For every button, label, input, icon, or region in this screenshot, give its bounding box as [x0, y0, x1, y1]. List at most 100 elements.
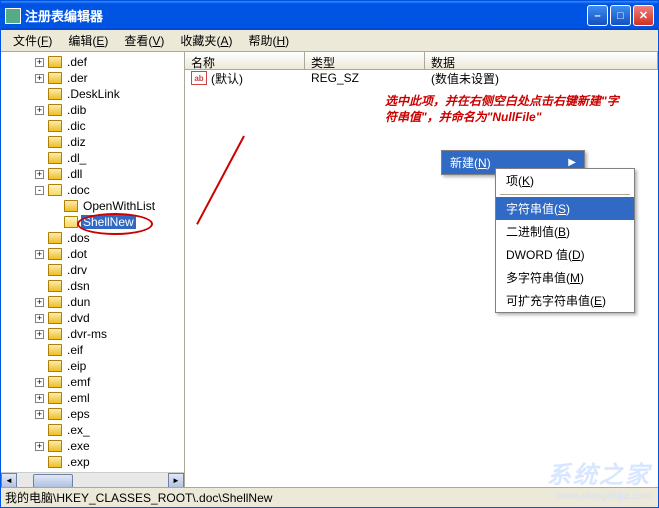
expand-icon[interactable]: +	[35, 378, 44, 387]
expand-icon[interactable]: +	[35, 106, 44, 115]
tree-label[interactable]: .def	[65, 55, 89, 69]
tree-label[interactable]: .der	[65, 71, 90, 85]
tree-label[interactable]: .DeskLink	[65, 87, 122, 101]
tree-item[interactable]: .exp	[3, 454, 182, 470]
tree-item[interactable]: .dl_	[3, 150, 182, 166]
tree-label[interactable]: .doc	[65, 183, 92, 197]
scroll-thumb[interactable]	[33, 474, 73, 488]
menu-view[interactable]: 查看(V)	[116, 30, 172, 51]
tree-item[interactable]: + .dvd	[3, 310, 182, 326]
tree-item[interactable]: ShellNew	[3, 214, 182, 230]
tree-label[interactable]: .dos	[65, 231, 92, 245]
folder-icon	[48, 328, 62, 340]
tree-label[interactable]: .eps	[65, 407, 92, 421]
tree-label[interactable]: OpenWithList	[81, 199, 157, 213]
tree-label[interactable]: .ex_	[65, 423, 92, 437]
tree-label[interactable]: .eip	[65, 359, 88, 373]
expand-icon[interactable]: +	[35, 250, 44, 259]
tree-label[interactable]: .dvd	[65, 311, 92, 325]
tree-item[interactable]: + .eps	[3, 406, 182, 422]
no-toggle	[51, 218, 60, 227]
minimize-button[interactable]: –	[587, 5, 608, 26]
tree-label[interactable]: .dic	[65, 119, 88, 133]
tree-label[interactable]: .exp	[65, 455, 92, 469]
tree-item[interactable]: .diz	[3, 134, 182, 150]
tree-hscroll[interactable]: ◄ ►	[1, 472, 184, 487]
scroll-left-icon[interactable]: ◄	[1, 473, 17, 488]
tree-label[interactable]: .dll	[65, 167, 84, 181]
tree-item[interactable]: .eif	[3, 342, 182, 358]
menu-item[interactable]: DWORD 值(D)	[496, 243, 634, 266]
expand-icon[interactable]: +	[35, 442, 44, 451]
tree-item[interactable]: .DeskLink	[3, 86, 182, 102]
tree-item[interactable]: .dos	[3, 230, 182, 246]
expand-icon[interactable]: +	[35, 314, 44, 323]
menu-item[interactable]: 多字符串值(M)	[496, 266, 634, 289]
col-type[interactable]: 类型	[305, 52, 425, 69]
tree-item[interactable]: .dsn	[3, 278, 182, 294]
list-header: 名称 类型 数据	[185, 52, 658, 70]
tree-item[interactable]: + .def	[3, 54, 182, 70]
menu-file[interactable]: 文件(F)	[5, 30, 60, 51]
menu-item[interactable]: 字符串值(S)	[496, 197, 634, 220]
tree-item[interactable]: - .doc	[3, 182, 182, 198]
tree-item[interactable]: + .eml	[3, 390, 182, 406]
menu-help[interactable]: 帮助(H)	[240, 30, 297, 51]
expand-icon[interactable]: +	[35, 58, 44, 67]
tree-item[interactable]: + .emf	[3, 374, 182, 390]
tree-item[interactable]: .eip	[3, 358, 182, 374]
close-button[interactable]: ✕	[633, 5, 654, 26]
tree-item[interactable]: .drv	[3, 262, 182, 278]
scroll-track[interactable]	[17, 473, 168, 488]
tree-label[interactable]: .dot	[65, 247, 89, 261]
tree-label[interactable]: .emf	[65, 375, 92, 389]
tree-label[interactable]: .eml	[65, 391, 92, 405]
tree-label[interactable]: .dun	[65, 295, 92, 309]
expand-icon[interactable]: +	[35, 298, 44, 307]
list-body[interactable]: ab (默认) REG_SZ (数值未设置) 选中此项，并在右侧空白处点击右键新…	[185, 70, 658, 487]
submenu-arrow-icon: ▶	[568, 157, 576, 168]
tree-item[interactable]: + .dun	[3, 294, 182, 310]
tree-label[interactable]: .dvr-ms	[65, 327, 109, 341]
folder-icon	[48, 184, 62, 196]
expand-icon[interactable]: +	[35, 330, 44, 339]
tree-pane[interactable]: + .def + .der .DeskLink + .dib .dic .diz .dl_ + .dl…	[1, 52, 185, 487]
no-toggle	[35, 426, 44, 435]
menu-item[interactable]: 项(K)	[496, 169, 634, 192]
tree-item[interactable]: + .dvr-ms	[3, 326, 182, 342]
expand-icon[interactable]: +	[35, 410, 44, 419]
tree-label[interactable]: ShellNew	[81, 215, 136, 229]
col-name[interactable]: 名称	[185, 52, 305, 69]
tree-item[interactable]: + .exe	[3, 438, 182, 454]
tree-label[interactable]: .dl_	[65, 151, 88, 165]
tree-item[interactable]: + .dot	[3, 246, 182, 262]
tree-label[interactable]: .exe	[65, 439, 92, 453]
tree-label[interactable]: .dsn	[65, 279, 92, 293]
tree-item[interactable]: + .dll	[3, 166, 182, 182]
menu-item[interactable]: 二进制值(B)	[496, 220, 634, 243]
expand-icon[interactable]: +	[35, 170, 44, 179]
maximize-button[interactable]: □	[610, 5, 631, 26]
string-value-icon: ab	[191, 71, 207, 85]
menu-edit[interactable]: 编辑(E)	[60, 30, 116, 51]
menu-item[interactable]: 可扩充字符串值(E)	[496, 289, 634, 312]
tree-item[interactable]: .dic	[3, 118, 182, 134]
col-data[interactable]: 数据	[425, 52, 658, 69]
tree-label[interactable]: .eif	[65, 343, 85, 357]
titlebar[interactable]: 注册表编辑器 – □ ✕	[1, 1, 658, 30]
tree-item[interactable]: .ex_	[3, 422, 182, 438]
scroll-right-icon[interactable]: ►	[168, 473, 184, 488]
tree-label[interactable]: .dib	[65, 103, 88, 117]
tree-item[interactable]: OpenWithList	[3, 198, 182, 214]
tree-item[interactable]: + .der	[3, 70, 182, 86]
tree-label[interactable]: .diz	[65, 135, 88, 149]
expand-icon[interactable]: +	[35, 394, 44, 403]
expand-icon[interactable]: +	[35, 74, 44, 83]
menu-favorites[interactable]: 收藏夹(A)	[172, 30, 240, 51]
tree-item[interactable]: + .dib	[3, 102, 182, 118]
tree-label[interactable]: .drv	[65, 263, 89, 277]
collapse-icon[interactable]: -	[35, 186, 44, 195]
value-type: REG_SZ	[305, 71, 425, 85]
no-toggle	[35, 122, 44, 131]
list-row[interactable]: ab (默认) REG_SZ (数值未设置)	[185, 70, 658, 86]
